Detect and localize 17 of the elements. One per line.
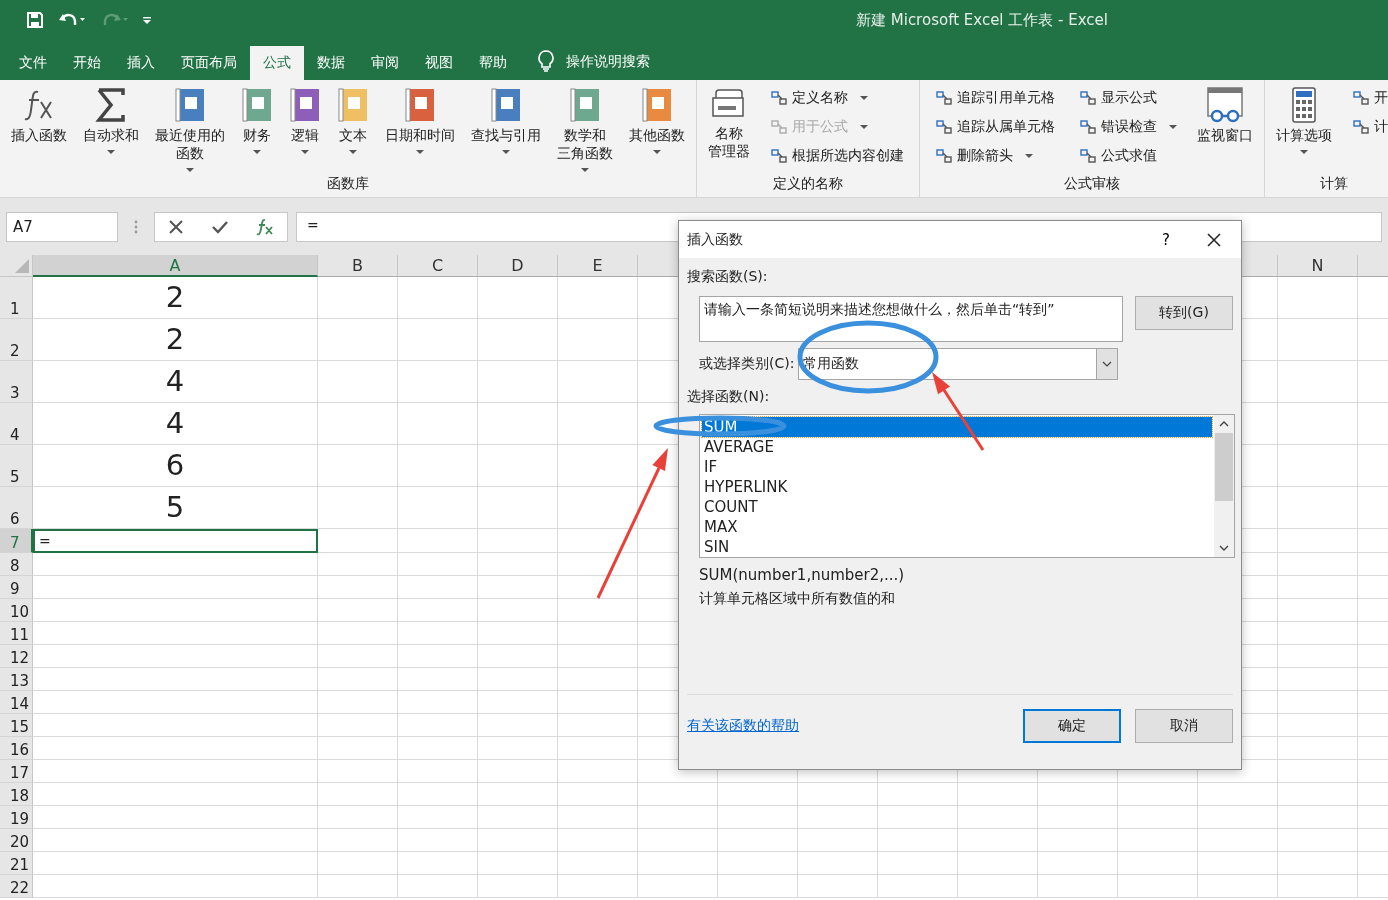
table-cell: 4 — [33, 403, 318, 445]
dialog-title: 插入函数 — [687, 230, 744, 249]
window-title: 新建 Microsoft Excel 工作表 - Excel — [856, 10, 1108, 30]
table-cell: 6 — [33, 445, 318, 487]
table-cell: 2 — [33, 319, 318, 361]
table-cell: 2 — [33, 277, 318, 319]
function-signature: SUM(number1,number2,...) — [699, 566, 905, 584]
table-cell: 4 — [33, 361, 318, 403]
category-label: 或选择类别(C): — [699, 355, 795, 373]
group-label: 函数库 — [326, 175, 370, 193]
group-label: 公式审核 — [1063, 175, 1121, 193]
group-label: 计算 — [1319, 175, 1349, 193]
table-cell: 5 — [33, 487, 318, 529]
search-label: 搜索函数(S): — [687, 268, 768, 286]
function-list-label: 选择函数(N): — [687, 388, 770, 406]
function-description: 计算单元格区域中所有数值的和 — [699, 590, 895, 608]
group-label: 定义的名称 — [772, 175, 844, 193]
